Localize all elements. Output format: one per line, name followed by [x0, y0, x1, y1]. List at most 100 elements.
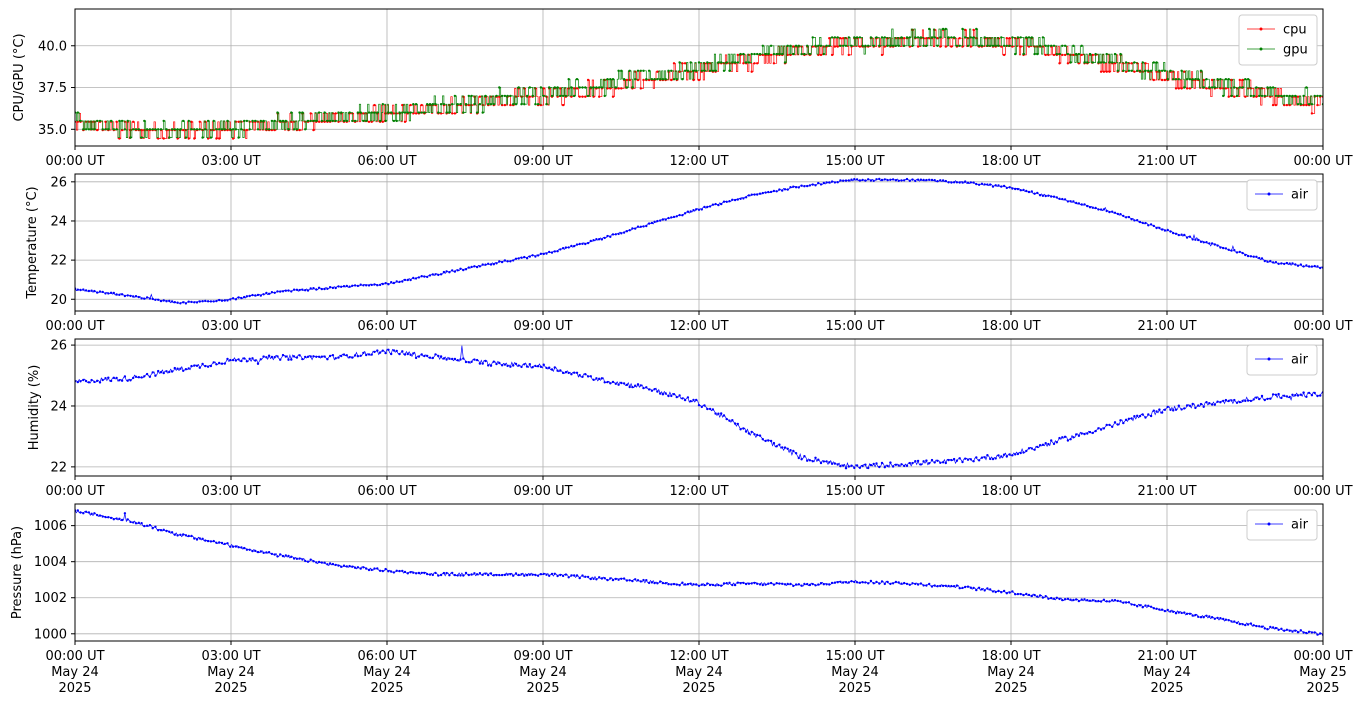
data-point [792, 584, 795, 588]
data-point [331, 286, 335, 290]
data-point [1119, 213, 1122, 216]
data-point [434, 353, 437, 356]
data-point [237, 120, 240, 124]
data-point [905, 464, 909, 467]
data-point [1255, 86, 1258, 89]
data-point [764, 583, 767, 586]
data-point [165, 370, 168, 373]
y-axis-label: CPU/GPU (°C) [12, 33, 27, 121]
data-point [1260, 625, 1264, 628]
data-point [223, 362, 226, 365]
data-point [1185, 78, 1189, 81]
data-point [1269, 397, 1272, 400]
data-point [758, 192, 762, 195]
data-point [983, 36, 986, 39]
data-point [1252, 94, 1255, 98]
data-point [814, 44, 817, 47]
data-point [182, 301, 185, 304]
x-tick-label: 12:00 UT [669, 484, 728, 499]
data-point [672, 582, 676, 586]
data-point [209, 300, 213, 303]
data-point [376, 567, 379, 570]
data-point [634, 578, 637, 581]
data-point [1069, 438, 1072, 441]
data-point [1113, 599, 1117, 602]
data-point [470, 265, 473, 269]
data-point [664, 582, 667, 585]
x-tick-label: 00:00 UT [45, 154, 104, 169]
data-point [340, 285, 343, 288]
data-point [575, 78, 579, 81]
data-point [858, 36, 862, 39]
data-point [1246, 623, 1250, 626]
data-point [298, 354, 301, 357]
data-point [1174, 612, 1178, 615]
data-point [1080, 598, 1083, 601]
data-point [473, 265, 476, 268]
data-point [1227, 399, 1230, 403]
data-point [575, 87, 579, 90]
data-point [733, 198, 737, 202]
data-point [284, 554, 287, 557]
data-point [1244, 95, 1247, 98]
data-point [598, 95, 601, 98]
data-point [944, 584, 947, 587]
y-tick-label: 37.5 [38, 81, 67, 96]
data-point [964, 585, 967, 589]
data-point [975, 27, 978, 31]
data-point [739, 197, 742, 200]
data-point [157, 298, 160, 301]
x-tick-label: 21:00 UT [1137, 649, 1196, 664]
x-tick-date-label: May 24 [207, 665, 255, 680]
data-point [525, 365, 529, 368]
y-tick-label: 35.0 [38, 123, 67, 138]
data-point [747, 432, 751, 435]
data-point [1224, 247, 1228, 250]
data-point [531, 366, 534, 369]
data-point [661, 218, 665, 221]
data-point [206, 119, 210, 123]
data-point [814, 184, 817, 187]
data-point [700, 208, 703, 211]
data-point [1246, 399, 1250, 402]
data-point [539, 573, 543, 576]
data-point [1066, 439, 1070, 442]
data-point [87, 511, 91, 514]
data-point [193, 537, 196, 540]
data-point [215, 128, 218, 131]
data-point [273, 119, 276, 123]
data-point [722, 69, 726, 73]
data-point [1319, 266, 1322, 270]
y-tick-label: 1002 [34, 591, 67, 606]
data-point [359, 567, 362, 570]
data-point [240, 546, 243, 549]
data-point [254, 294, 257, 297]
data-point [628, 69, 631, 73]
data-point [120, 293, 124, 296]
data-point [911, 44, 914, 47]
data-point [475, 265, 479, 269]
data-point [800, 458, 803, 461]
data-point [1202, 241, 1205, 244]
data-point [839, 44, 842, 47]
data-point [353, 119, 357, 123]
data-point [853, 178, 856, 181]
data-point [891, 178, 895, 181]
data-point [842, 179, 845, 182]
data-point [437, 273, 440, 277]
data-point [212, 539, 215, 543]
data-point [1152, 61, 1156, 64]
data-point [287, 128, 290, 131]
data-point [819, 44, 823, 47]
data-point [159, 299, 163, 303]
data-point [1177, 404, 1181, 407]
data-point [1124, 61, 1128, 64]
data-point [720, 61, 723, 64]
data-point [578, 242, 581, 246]
data-point [523, 255, 526, 259]
data-point [800, 184, 803, 187]
data-point [93, 128, 96, 131]
x-tick-label: 12:00 UT [669, 319, 728, 334]
data-point [96, 513, 99, 517]
data-point [969, 458, 972, 461]
